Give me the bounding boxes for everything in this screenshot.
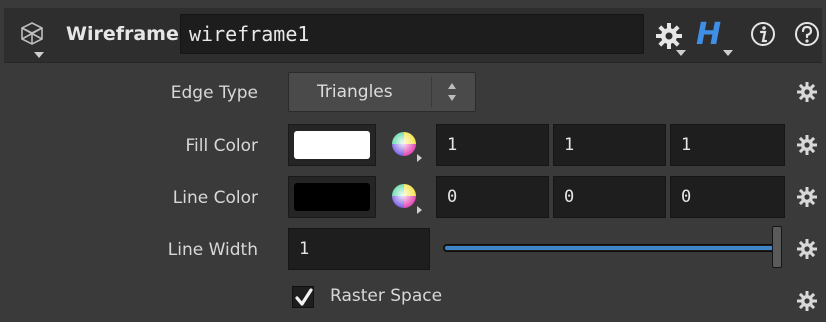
- checkmark-icon: [295, 288, 313, 306]
- line-color-label: Line Color: [172, 188, 258, 208]
- raster-space-label: Raster Space: [330, 286, 443, 306]
- line-width-slider-fill: [445, 246, 775, 250]
- gear-icon[interactable]: [796, 186, 818, 208]
- edge-type-value: Triangles: [317, 82, 393, 102]
- gear-icon[interactable]: [796, 238, 818, 260]
- line-width-label: Line Width: [167, 240, 258, 260]
- up-down-arrows-icon: [448, 83, 456, 101]
- line-color-g-field[interactable]: 0: [553, 176, 666, 218]
- help-menu-caret-icon[interactable]: [723, 50, 733, 56]
- gear-icon[interactable]: [796, 134, 818, 156]
- color-wheel-icon[interactable]: [389, 181, 423, 215]
- gear-icon[interactable]: [655, 22, 683, 50]
- line-color-swatch-button[interactable]: [288, 176, 376, 218]
- fill-color-b-field[interactable]: 1: [670, 124, 785, 166]
- line-width-slider-track[interactable]: [443, 244, 777, 252]
- edge-type-label: Edge Type: [170, 83, 258, 103]
- line-color-b-field[interactable]: 0: [670, 176, 785, 218]
- edge-type-dropdown[interactable]: Triangles: [288, 72, 476, 112]
- dropdown-divider: [431, 77, 432, 107]
- node-header: Wireframe wireframe1 H: [4, 8, 822, 63]
- raster-space-checkbox[interactable]: [292, 286, 314, 308]
- fill-color-label: Fill Color: [185, 136, 259, 156]
- parameter-panel: Wireframe wireframe1 H Edge Type Triangl…: [0, 0, 826, 322]
- fill-color-g-field[interactable]: 1: [553, 124, 666, 166]
- cube-icon[interactable]: [18, 20, 46, 50]
- gear-menu-caret-icon[interactable]: [676, 50, 686, 56]
- node-type-label: Wireframe: [66, 23, 179, 45]
- line-color-swatch: [294, 183, 370, 211]
- question-icon[interactable]: [793, 20, 821, 48]
- line-color-r-field[interactable]: 0: [436, 176, 549, 218]
- node-name-field[interactable]: wireframe1: [180, 14, 644, 54]
- line-width-slider-handle[interactable]: [772, 226, 782, 268]
- color-wheel-icon[interactable]: [389, 129, 423, 163]
- fill-color-swatch-button[interactable]: [288, 124, 376, 166]
- node-menu-caret-icon[interactable]: [34, 52, 44, 58]
- fill-color-swatch: [294, 131, 370, 159]
- gear-icon[interactable]: [796, 81, 818, 103]
- line-width-field[interactable]: 1: [288, 228, 430, 270]
- help-h-icon[interactable]: H: [696, 17, 721, 52]
- gear-icon[interactable]: [796, 290, 818, 312]
- fill-color-r-field[interactable]: 1: [436, 124, 549, 166]
- info-icon[interactable]: [749, 20, 777, 48]
